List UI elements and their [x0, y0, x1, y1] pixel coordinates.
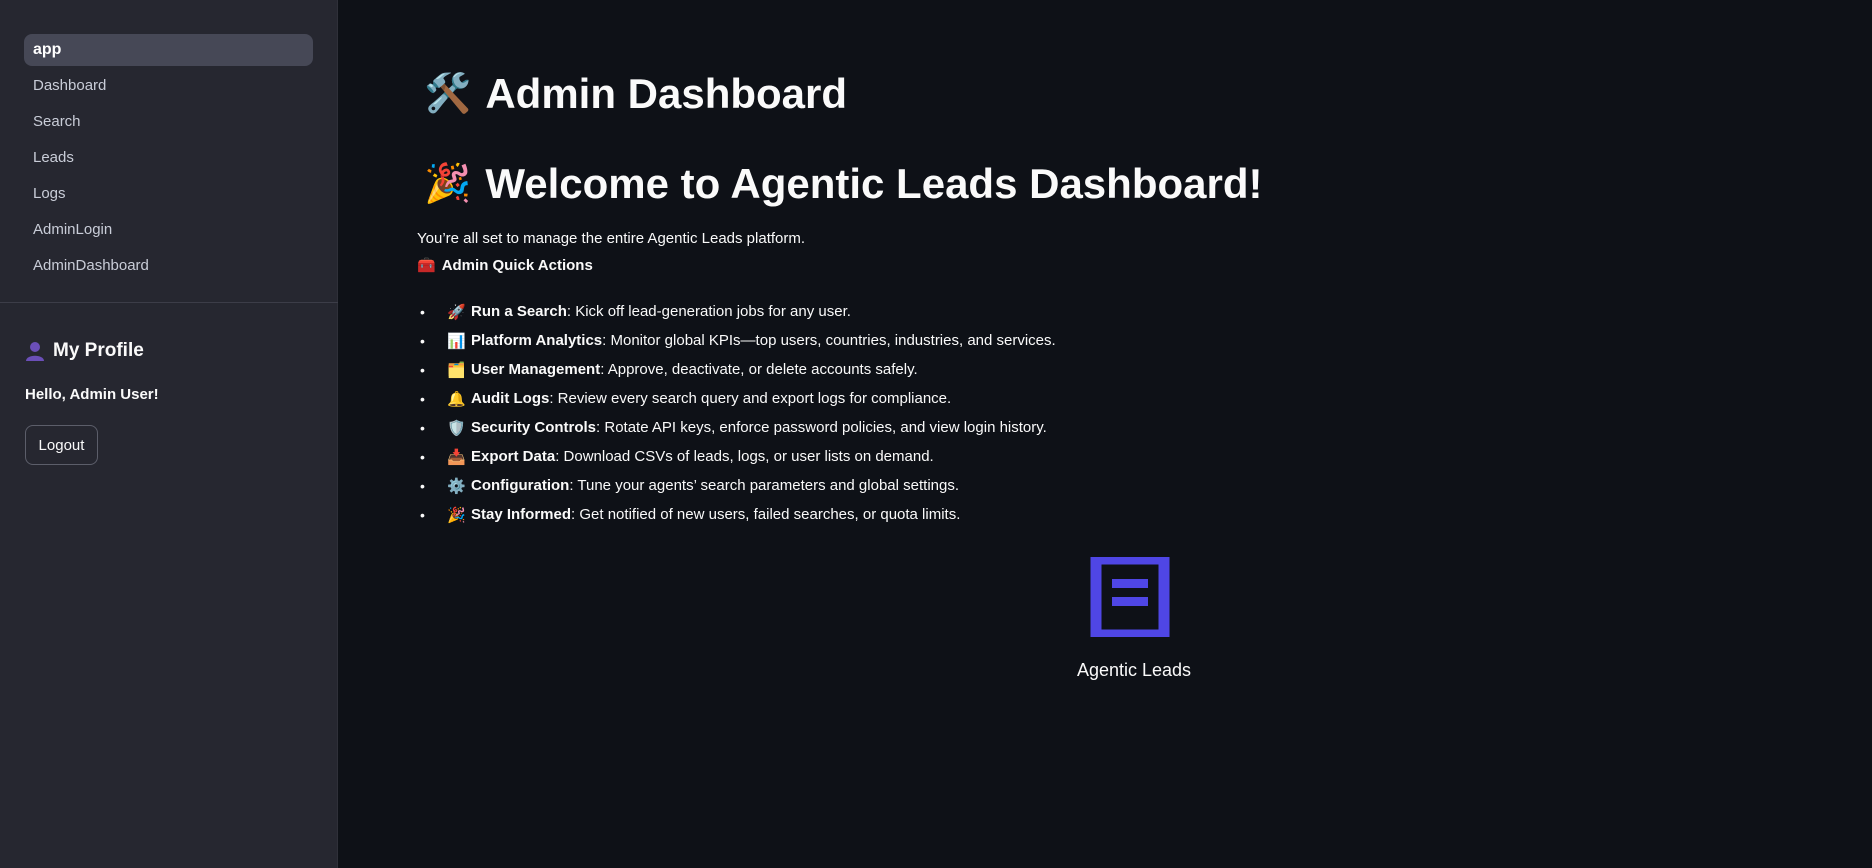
sidebar-item-logs[interactable]: Logs	[24, 178, 313, 210]
action-desc: : Get notified of new users, failed sear…	[571, 506, 961, 523]
gear-icon: ⚙️	[447, 477, 466, 495]
shield-icon: 🛡️	[447, 419, 466, 437]
quick-actions-label: Admin Quick Actions	[441, 256, 593, 274]
list-item: • ⚙️ Configuration : Tune your agents’ s…	[420, 477, 959, 495]
list-item: • 🎉 Stay Informed : Get notified of new …	[420, 506, 961, 524]
bar-chart-icon: 📊	[447, 332, 466, 350]
logo-caption: Agentic Leads	[1076, 660, 1192, 680]
sidebar-item-leads[interactable]: Leads	[24, 142, 313, 174]
welcome-heading-row: 🎉 Welcome to Agentic Leads Dashboard!	[424, 160, 1262, 208]
page-title: Admin Dashboard	[485, 70, 848, 117]
action-desc: : Kick off lead-generation jobs for any …	[566, 303, 851, 320]
action-desc: : Monitor global KPIs—top users, countri…	[602, 332, 1056, 349]
action-title: User Management	[471, 361, 601, 378]
tools-icon: 🛠️	[424, 73, 472, 115]
inbox-tray-icon: 📥	[447, 448, 466, 466]
action-title: Configuration	[471, 477, 570, 494]
sidebar-item-search[interactable]: Search	[24, 106, 313, 138]
sidebar: app Dashboard Search Leads Logs AdminLog…	[0, 0, 338, 868]
user-silhouette-icon	[26, 342, 44, 361]
sidebar-divider	[0, 302, 338, 303]
party-popper-icon: 🎉	[447, 506, 466, 524]
action-desc: : Approve, deactivate, or delete account…	[600, 361, 918, 378]
toolbox-icon: 🧰	[417, 257, 436, 274]
profile-title: My Profile	[53, 340, 144, 361]
profile-heading: My Profile	[25, 340, 144, 362]
party-popper-icon: 🎉	[424, 163, 472, 205]
action-desc: : Rotate API keys, enforce password poli…	[596, 419, 1047, 436]
folder-icon: 🗂️	[447, 361, 466, 379]
page-title-row: 🛠️ Admin Dashboard	[424, 70, 847, 118]
app-root: app Dashboard Search Leads Logs AdminLog…	[0, 0, 1872, 868]
logout-button[interactable]: Logout	[25, 425, 98, 465]
main-content: 🛠️ Admin Dashboard 🎉 Welcome to Agentic …	[338, 0, 1872, 868]
action-title: Audit Logs	[471, 390, 550, 407]
action-desc: : Tune your agents’ search parameters an…	[569, 477, 959, 494]
list-item: • 📥 Export Data : Download CSVs of leads…	[420, 448, 934, 466]
action-desc: : Download CSVs of leads, logs, or user …	[555, 448, 934, 465]
list-item: • 🛡️ Security Controls : Rotate API keys…	[420, 419, 1047, 437]
quick-actions-list: • 🚀 Run a Search : Kick off lead-generat…	[417, 297, 1517, 529]
action-title: Run a Search	[471, 303, 567, 320]
app-logo	[1090, 553, 1170, 641]
action-title: Platform Analytics	[471, 332, 603, 349]
document-logo-icon	[1090, 553, 1170, 641]
action-title: Stay Informed	[471, 506, 572, 523]
quick-actions-heading: 🧰 Admin Quick Actions	[417, 256, 593, 275]
action-title: Export Data	[471, 448, 556, 465]
intro-text: You’re all set to manage the entire Agen…	[417, 230, 806, 247]
bell-icon: 🔔	[447, 390, 466, 408]
welcome-heading: Welcome to Agentic Leads Dashboard!	[485, 160, 1263, 207]
sidebar-nav: app Dashboard Search Leads Logs AdminLog…	[0, 0, 337, 282]
list-item: • 🔔 Audit Logs : Review every search que…	[420, 390, 952, 408]
action-title: Security Controls	[471, 419, 597, 436]
action-desc: : Review every search query and export l…	[549, 390, 952, 407]
sidebar-item-adminlogin[interactable]: AdminLogin	[24, 214, 313, 246]
sidebar-item-dashboard[interactable]: Dashboard	[24, 70, 313, 102]
sidebar-item-app[interactable]: app	[24, 34, 313, 66]
list-item: • 📊 Platform Analytics : Monitor global …	[420, 332, 1056, 350]
greeting-text: Hello, Admin User!	[25, 386, 159, 403]
list-item: • 🗂️ User Management : Approve, deactiva…	[420, 361, 918, 379]
sidebar-item-admindashboard[interactable]: AdminDashboard	[24, 250, 313, 282]
rocket-icon: 🚀	[447, 303, 466, 321]
list-item: • 🚀 Run a Search : Kick off lead-generat…	[420, 303, 851, 321]
